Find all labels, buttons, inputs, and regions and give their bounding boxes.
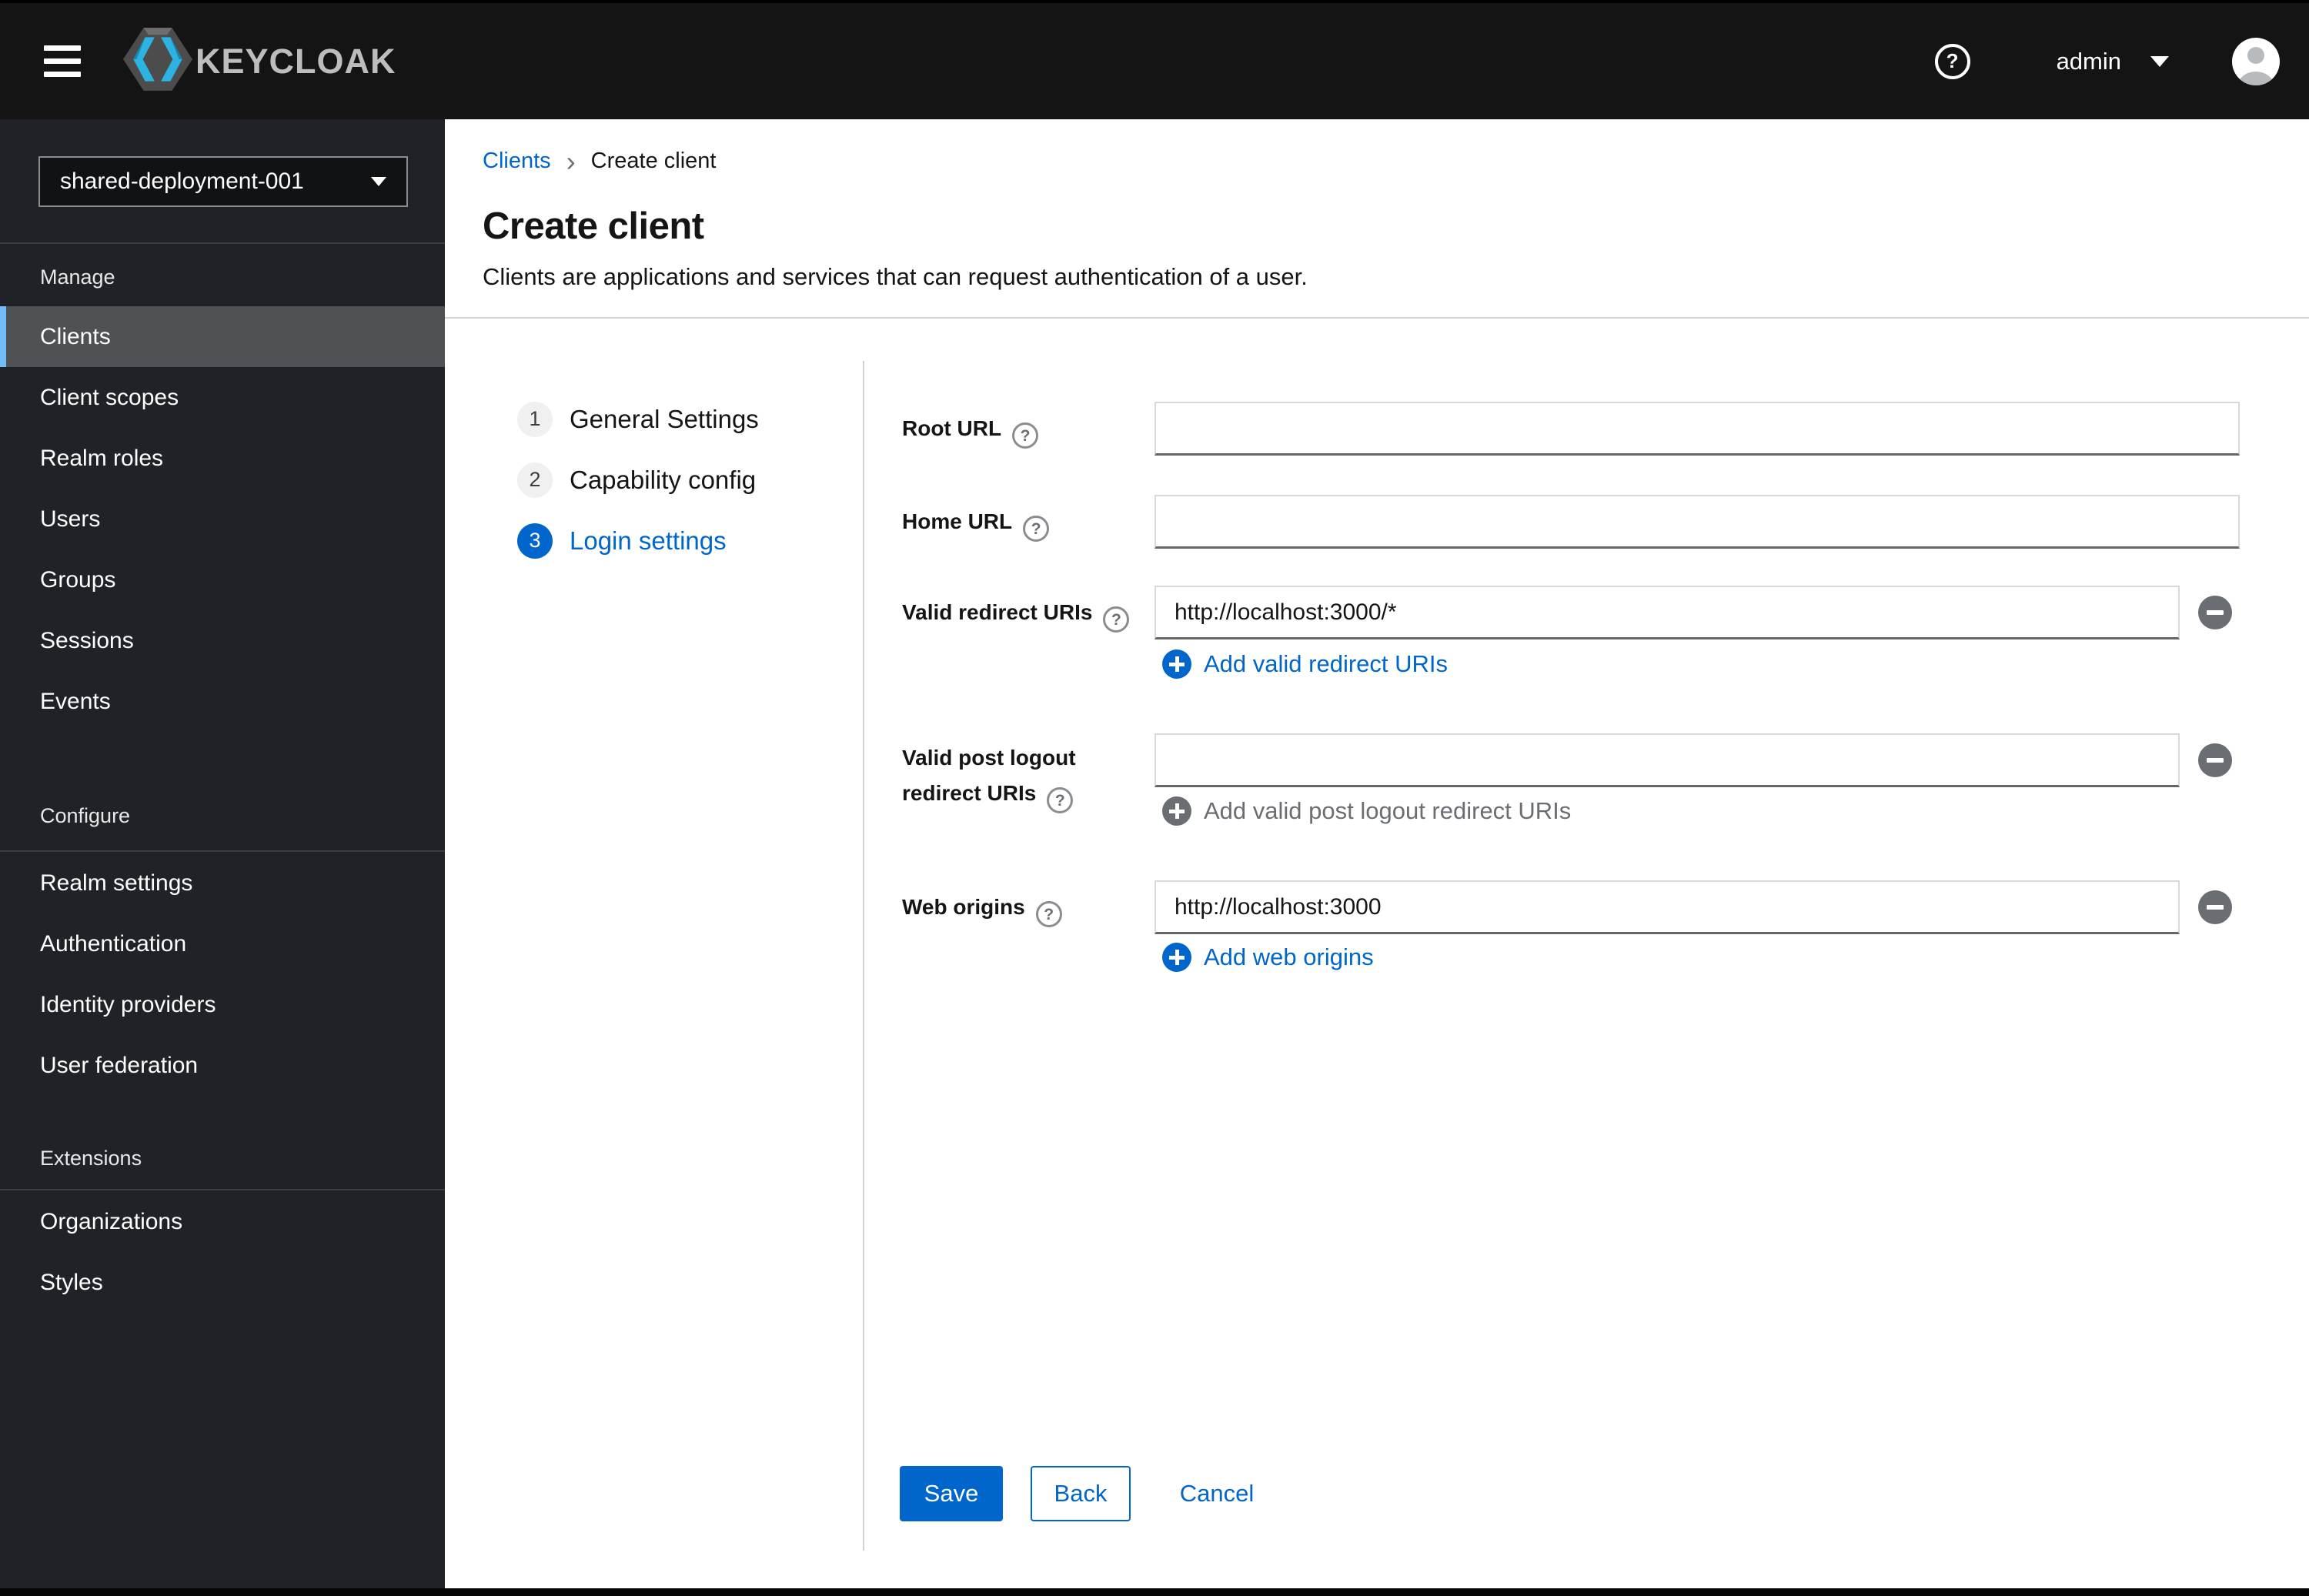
wizard-content-divider: [863, 361, 864, 1551]
sidebar-item-groups[interactable]: Groups: [0, 549, 445, 610]
sidebar-item-users[interactable]: Users: [0, 489, 445, 549]
post-logout-redirect-uris-label: Valid post logout redirect URIs?: [902, 740, 1156, 813]
post-logout-redirect-uri-input[interactable]: [1154, 733, 2180, 787]
caret-down-icon[interactable]: [2150, 55, 2169, 67]
sidebar-item-authentication[interactable]: Authentication: [0, 913, 445, 974]
window-bottom-edge: [0, 1588, 2309, 1596]
save-button[interactable]: Save: [900, 1466, 1003, 1521]
question-circle-icon[interactable]: ?: [1012, 422, 1039, 449]
nav-group-configure: Configure: [40, 804, 131, 827]
plus-circle-icon: [1162, 943, 1191, 972]
remove-post-logout-uri-button minus-circle-icon[interactable]: [2198, 743, 2232, 777]
nav-section-configure: Realm settings Authentication Identity p…: [0, 853, 445, 1096]
wizard-nav: 1 General Settings 2 Capability config 3…: [517, 389, 759, 571]
step-number-badge: 2: [517, 462, 553, 498]
breadcrumb-current: Create client: [590, 149, 717, 173]
sidebar-divider: [0, 850, 445, 852]
step-label: Capability config: [570, 465, 757, 494]
sidebar-item-client-scopes[interactable]: Client scopes: [0, 367, 445, 428]
page-title: Create client: [483, 205, 704, 247]
step-number-badge: 3: [517, 523, 553, 559]
home-url-input[interactable]: [1154, 495, 2240, 549]
header-toolbar: ? admin: [1934, 37, 2309, 85]
wizard-step-general-settings[interactable]: 1 General Settings: [517, 389, 759, 449]
remove-redirect-uri-button minus-circle-icon[interactable]: [2198, 596, 2232, 629]
app-header: KEYCLOAK ? admin: [0, 0, 2309, 119]
user-avatar[interactable]: [2232, 37, 2280, 85]
breadcrumb-clients-link[interactable]: Clients: [483, 149, 551, 174]
page-subtitle: Clients are applications and services th…: [483, 263, 1308, 290]
remove-web-origin-button minus-circle-icon[interactable]: [2198, 890, 2232, 924]
wizard-step-capability-config[interactable]: 2 Capability config: [517, 449, 759, 510]
keycloak-hexagon-icon: [123, 28, 192, 95]
sidebar-item-organizations[interactable]: Organizations: [0, 1191, 445, 1252]
breadcrumb: Clients › Create client: [483, 145, 717, 177]
nav-section-manage: Clients Client scopes Realm roles Users …: [0, 306, 445, 732]
valid-redirect-uris-label: Valid redirect URIs?: [902, 595, 1156, 633]
sidebar-item-events[interactable]: Events: [0, 671, 445, 732]
sidebar-item-styles[interactable]: Styles: [0, 1252, 445, 1313]
help-glyph: ?: [1946, 49, 1959, 72]
question-circle-icon[interactable]: ?: [1023, 516, 1050, 542]
realm-selector[interactable]: shared-deployment-001: [38, 156, 408, 207]
plus-circle-icon: [1162, 649, 1191, 679]
sidebar-item-clients[interactable]: Clients: [0, 306, 445, 367]
page-header-divider: [445, 317, 2309, 319]
sidebar-divider: [0, 242, 445, 244]
question-circle-icon[interactable]: ?: [1047, 787, 1074, 813]
sidebar-item-sessions[interactable]: Sessions: [0, 610, 445, 671]
step-number-badge: 1: [517, 401, 553, 437]
add-valid-redirect-uris-button[interactable]: Add valid redirect URIs: [1162, 649, 1448, 679]
sidebar-item-realm-settings[interactable]: Realm settings: [0, 853, 445, 913]
step-label: General Settings: [570, 404, 759, 433]
back-button[interactable]: Back: [1031, 1466, 1131, 1521]
add-web-origins-button[interactable]: Add web origins: [1162, 943, 1374, 972]
nav-group-manage: Manage: [40, 265, 115, 289]
question-circle-icon[interactable]: ?: [1103, 606, 1130, 633]
sidebar-divider: [0, 1189, 445, 1190]
valid-redirect-uri-input[interactable]: [1154, 586, 2180, 639]
user-menu[interactable]: admin: [2057, 48, 2121, 75]
caret-down-icon: [371, 177, 386, 186]
menu-icon[interactable]: [44, 45, 81, 77]
angle-right-icon: ›: [566, 145, 576, 177]
step-label: Login settings: [570, 526, 727, 555]
wizard-step-login-settings[interactable]: 3 Login settings: [517, 510, 759, 571]
add-post-logout-redirect-uris-button[interactable]: Add valid post logout redirect URIs: [1162, 796, 1571, 826]
realm-name: shared-deployment-001: [60, 169, 304, 194]
nav-group-extensions: Extensions: [40, 1147, 142, 1170]
keycloak-logo[interactable]: KEYCLOAK: [123, 28, 396, 95]
sidebar-item-realm-roles[interactable]: Realm roles: [0, 428, 445, 489]
sidebar-nav: shared-deployment-001 Manage Clients Cli…: [0, 119, 445, 1596]
sidebar-item-user-federation[interactable]: User federation: [0, 1035, 445, 1096]
web-origins-input[interactable]: [1154, 880, 2180, 934]
home-url-label: Home URL?: [902, 504, 1156, 542]
sidebar-item-identity-providers[interactable]: Identity providers: [0, 974, 445, 1035]
web-origins-label: Web origins?: [902, 890, 1156, 927]
root-url-label: Root URL?: [902, 411, 1156, 449]
cancel-button[interactable]: Cancel: [1167, 1466, 1267, 1521]
root-url-input[interactable]: [1154, 402, 2240, 456]
nav-section-extensions: Organizations Styles: [0, 1191, 445, 1313]
help-icon[interactable]: ?: [1934, 43, 1970, 79]
plus-circle-icon: [1162, 796, 1191, 826]
brand-wordmark: KEYCLOAK: [195, 41, 396, 81]
question-circle-icon[interactable]: ?: [1035, 901, 1062, 927]
